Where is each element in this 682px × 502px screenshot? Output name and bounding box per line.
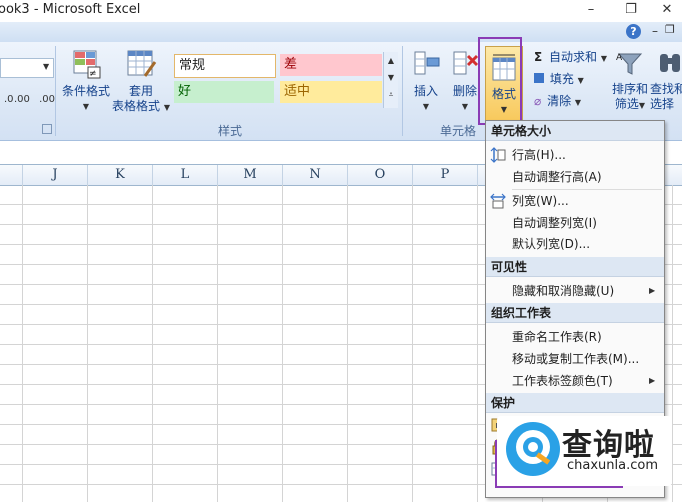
more-icon[interactable]: ⩡ — [384, 90, 398, 100]
sort-label-2-text: 筛选 — [614, 97, 639, 111]
watermark-logo — [506, 422, 560, 476]
svg-text:≠: ≠ — [89, 69, 97, 79]
style-normal[interactable]: 常规 — [174, 54, 276, 78]
column-header-o[interactable]: O — [348, 165, 413, 185]
close-button[interactable]: ✕ — [652, 0, 682, 20]
fill-down-icon — [534, 73, 544, 83]
group-separator — [55, 46, 56, 136]
find-label-1: 查找和 — [650, 82, 682, 96]
chevron-down-icon: ▼ — [422, 102, 430, 111]
column-header-m[interactable]: M — [218, 165, 283, 185]
column-width-icon — [490, 193, 506, 209]
fill-button[interactable]: 填充 ▼ — [534, 70, 584, 87]
decimal-buttons[interactable]: .00 .00 — [14, 94, 55, 105]
column-header-n[interactable]: N — [283, 165, 348, 185]
column-header-k[interactable]: K — [88, 165, 153, 185]
row-height-icon — [490, 147, 506, 163]
decimal-increase-button[interactable]: .0 — [4, 94, 14, 105]
menu-item-row-height[interactable]: 行高(H)... — [512, 145, 566, 165]
table-format-label-2-text: 表格格式 — [112, 99, 161, 113]
sort-filter-button[interactable]: A 排序和 筛选▼ — [608, 48, 652, 113]
find-label-2: 选择 — [650, 97, 675, 111]
svg-text:A: A — [616, 53, 623, 63]
group-separator — [402, 46, 403, 136]
funnel-icon: A — [616, 53, 643, 75]
cell-styles-gallery: 常规 差 好 适中 — [172, 52, 388, 104]
menu-section-cell-size: 单元格大小 — [486, 121, 664, 141]
chevron-down-icon: ▼ — [577, 76, 584, 85]
watermark-url: chaxunla.com — [567, 458, 658, 473]
cells-group-label: 单元格 — [439, 124, 476, 138]
insert-button[interactable]: 插入 ▼ — [406, 48, 446, 114]
style-good[interactable]: 好 — [174, 81, 274, 103]
chevron-up-icon[interactable]: ▲ — [384, 56, 398, 65]
autosum-button[interactable]: Σ 自动求和 ▼ — [534, 48, 607, 65]
help-icon[interactable]: ? — [626, 24, 641, 39]
chevron-down-icon: ▼ — [163, 103, 170, 112]
restore-button[interactable]: ❐ — [616, 0, 646, 20]
menu-item-move-copy-sheet[interactable]: 移动或复制工作表(M)... — [512, 349, 639, 369]
number-format-dropdown[interactable]: ▼ — [0, 58, 54, 78]
chevron-down-icon: ▼ — [574, 98, 582, 107]
insert-label: 插入 — [413, 84, 438, 98]
menu-item-tab-color[interactable]: 工作表标签颜色(T) — [512, 371, 613, 391]
style-bad[interactable]: 差 — [280, 54, 382, 76]
ribbon-restore-icon[interactable]: ❐ — [665, 23, 675, 36]
menu-item-autofit-row-height[interactable]: 自动调整行高(A) — [512, 167, 602, 187]
conditional-format-label: 条件格式 — [61, 84, 110, 98]
sort-label-2: 筛选▼ — [608, 97, 652, 113]
conditional-format-button[interactable]: ≠ 条件格式 ▼ — [58, 48, 114, 114]
delete-cells-icon — [453, 51, 479, 75]
column-header-j[interactable]: J — [23, 165, 88, 185]
format-highlight-box — [478, 37, 522, 125]
chevron-down-icon[interactable]: ▼ — [384, 73, 398, 82]
menu-item-column-width[interactable]: 列宽(W)... — [512, 191, 569, 211]
autosum-label: 自动求和 — [549, 50, 598, 64]
table-format-icon — [127, 50, 157, 77]
menu-item-rename-sheet[interactable]: 重命名工作表(R) — [512, 327, 602, 347]
menu-section-organize-sheets: 组织工作表 — [486, 303, 664, 323]
menu-divider — [512, 189, 662, 190]
fill-label: 填充 — [549, 72, 574, 86]
styles-group-label: 样式 — [217, 124, 242, 138]
clear-button[interactable]: ⌀ 清除 ▼ — [534, 92, 581, 109]
submenu-arrow-icon: ▶ — [649, 376, 656, 385]
sigma-icon: Σ — [534, 50, 543, 64]
menu-item-hide-unhide[interactable]: 隐藏和取消隐藏(U) — [512, 281, 614, 301]
dialog-launcher-icon[interactable] — [42, 124, 52, 134]
column-header-l[interactable]: L — [153, 165, 218, 185]
table-format-label-2: 表格格式 ▼ — [110, 99, 172, 115]
chevron-down-icon: ▼ — [600, 54, 608, 63]
chevron-down-icon: ▼ — [82, 102, 90, 111]
menu-section-visibility: 可见性 — [486, 257, 664, 277]
binoculars-icon — [660, 54, 680, 72]
column-header-partial[interactable] — [0, 165, 23, 185]
menu-item-autofit-column-width[interactable]: 自动调整列宽(I) — [512, 213, 597, 233]
table-format-button[interactable]: 套用 表格格式 ▼ — [110, 48, 172, 115]
window-title: ook3 - Microsoft Excel — [0, 2, 141, 17]
decimal-increase-label: .0 — [4, 94, 14, 105]
ribbon-minimize-icon[interactable]: – — [652, 24, 658, 38]
clear-label: 清除 — [547, 94, 572, 108]
column-header-p[interactable]: P — [413, 165, 478, 185]
chevron-down-icon: ▼ — [638, 101, 646, 110]
title-bar: ook3 - Microsoft Excel – ❐ ✕ — [0, 0, 682, 22]
submenu-arrow-icon: ▶ — [649, 286, 656, 295]
decimal-decrease-label-2: .00 — [39, 94, 55, 105]
conditional-format-icon: ≠ — [73, 50, 101, 79]
gallery-scroll[interactable]: ▲ ▼ ⩡ — [383, 52, 398, 108]
menu-item-default-width[interactable]: 默认列宽(D)... — [512, 234, 590, 254]
ribbon-tab-strip: ? – ❐ — [0, 22, 682, 43]
style-neutral[interactable]: 适中 — [280, 81, 382, 103]
minimize-button[interactable]: – — [576, 0, 606, 20]
sort-label-1: 排序和 — [611, 82, 648, 96]
chevron-down-icon: ▼ — [43, 62, 50, 71]
insert-cells-icon — [414, 51, 440, 75]
table-format-label-1: 套用 — [128, 84, 153, 98]
decimal-decrease-label: .00 — [14, 94, 30, 105]
find-select-button[interactable]: 查找和 选择 — [650, 48, 682, 112]
menu-section-protection: 保护 — [486, 393, 664, 413]
eraser-icon: ⌀ — [534, 94, 542, 108]
